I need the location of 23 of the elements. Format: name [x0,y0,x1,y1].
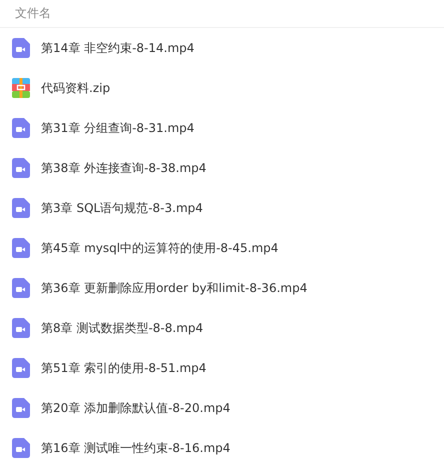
file-name[interactable]: 第38章 外连接查询-8-38.mp4 [41,160,206,176]
video-file-icon [12,198,30,218]
file-name[interactable]: 第14章 非空约束-8-14.mp4 [41,40,194,56]
file-name[interactable]: 第31章 分组查询-8-31.mp4 [41,120,194,136]
file-name[interactable]: 第51章 索引的使用-8-51.mp4 [41,360,206,376]
video-file-icon [12,318,30,338]
video-file-icon [12,438,30,458]
file-name[interactable]: 第8章 测试数据类型-8-8.mp4 [41,320,204,336]
video-file-icon [12,38,30,58]
video-file-icon [12,238,30,258]
file-name[interactable]: 第36章 更新删除应用order by和limit-8-36.mp4 [41,280,308,296]
video-file-icon [12,398,30,418]
file-name[interactable]: 代码资料.zip [41,80,110,96]
file-name[interactable]: 第20章 添加删除默认值-8-20.mp4 [41,400,230,416]
video-file-icon [12,278,30,298]
column-header[interactable]: 文件名 [15,5,51,22]
file-name[interactable]: 第3章 SQL语句规范-8-3.mp4 [41,200,203,216]
video-file-icon [12,158,30,178]
video-file-icon [12,118,30,138]
video-file-icon [12,358,30,378]
file-name[interactable]: 第16章 测试唯一性约束-8-16.mp4 [41,440,230,456]
file-name[interactable]: 第45章 mysql中的运算符的使用-8-45.mp4 [41,240,278,256]
archive-file-icon [12,78,30,98]
